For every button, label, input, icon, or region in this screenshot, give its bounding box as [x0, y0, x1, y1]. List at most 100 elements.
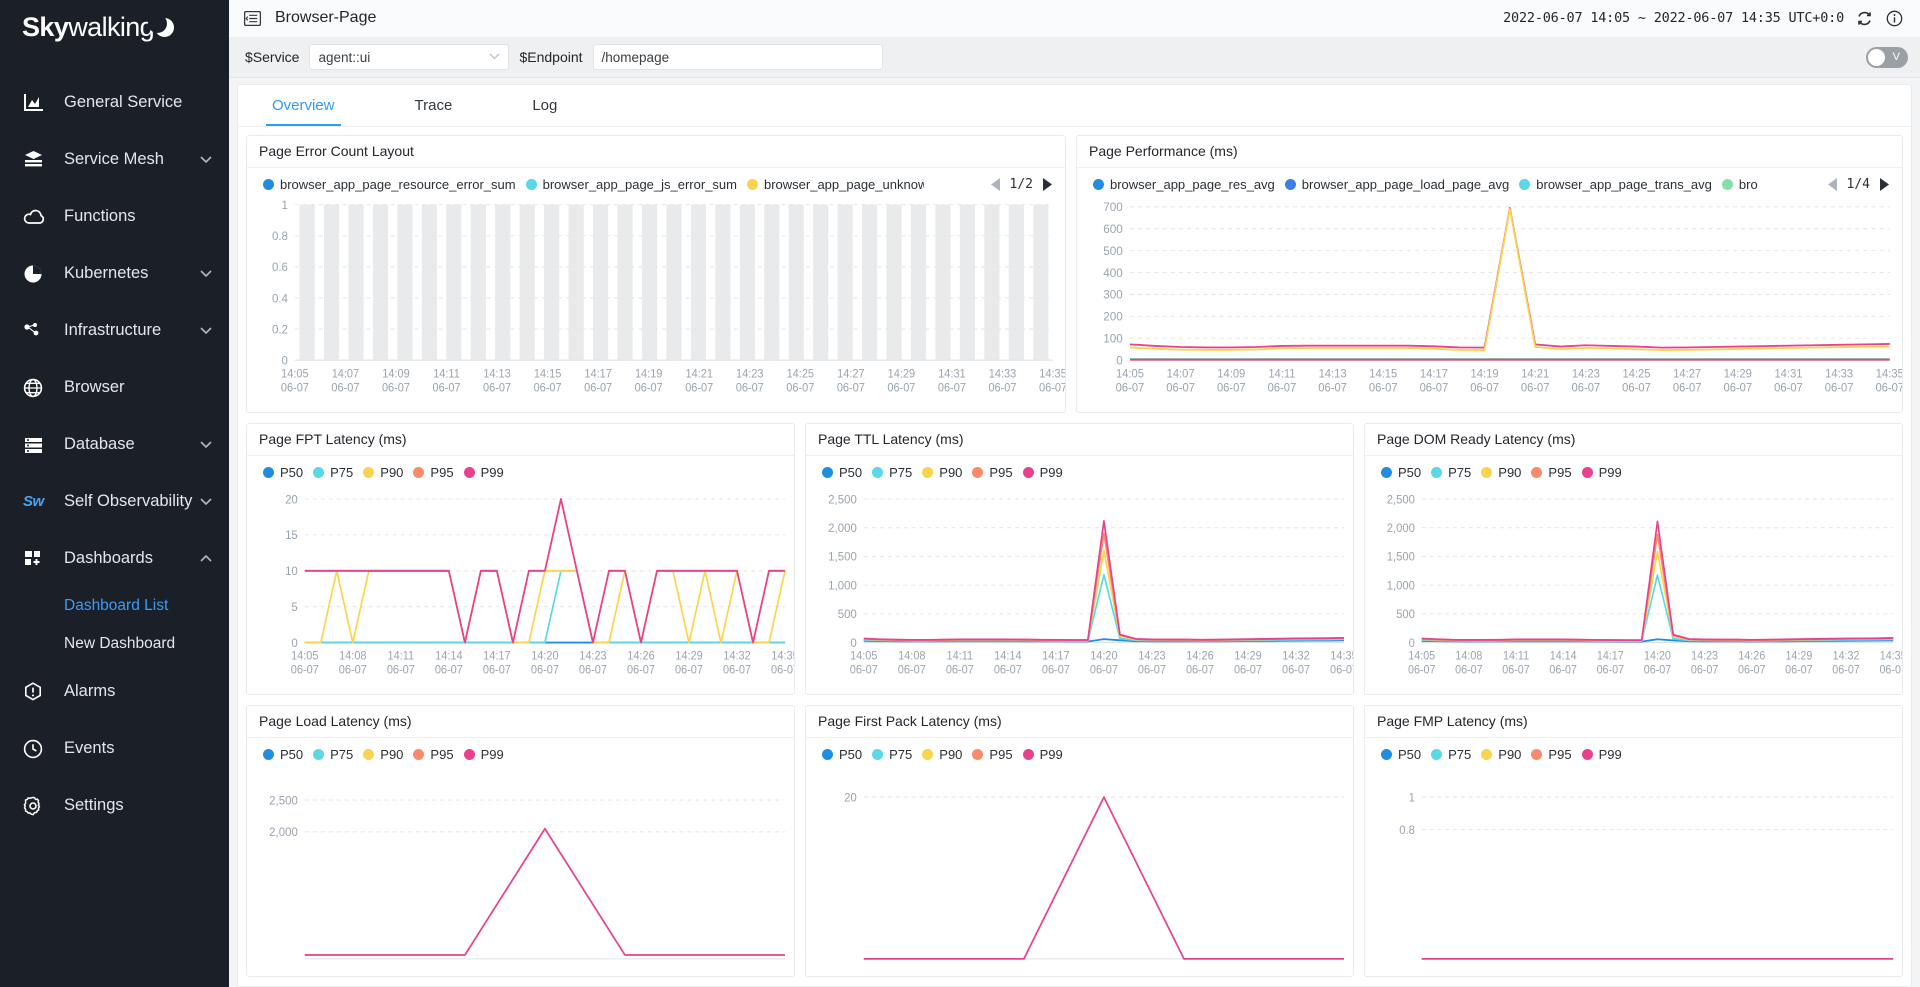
legend-item[interactable]: P95	[1531, 465, 1572, 480]
legend-item[interactable]: browser_app_page_load_page_avg	[1284, 176, 1510, 192]
collapse-sidebar-icon[interactable]	[241, 7, 263, 29]
svg-text:500: 500	[838, 607, 857, 621]
legend-item[interactable]: P90	[1481, 465, 1521, 480]
view-toggle[interactable]: V	[1866, 46, 1908, 68]
legend-item[interactable]: P95	[972, 465, 1013, 480]
legend-item[interactable]: P50	[263, 465, 303, 480]
legend-item[interactable]: P95	[413, 465, 454, 480]
widget-title: Page DOM Ready Latency (ms)	[1365, 424, 1902, 456]
service-select[interactable]: agent::ui	[309, 44, 510, 71]
widget-grid: Page Error Count Layout browser_app_page…	[238, 127, 1911, 977]
sidebar-item-label: Alarms	[64, 682, 116, 700]
sidebar-item-settings[interactable]: Settings	[0, 777, 229, 834]
legend-item[interactable]: P99	[1581, 747, 1622, 762]
sidebar-item-browser[interactable]: Browser	[0, 359, 229, 416]
legend-label: P90	[1498, 746, 1522, 762]
svg-text:06-07: 06-07	[994, 664, 1022, 676]
sidebar-subitem-new-dashboard[interactable]: New Dashboard	[0, 625, 229, 663]
brand-logo[interactable]: Skywalking	[0, 0, 229, 54]
legend-item[interactable]: P99	[463, 747, 504, 762]
legend-item[interactable]: browser_app_page_js_error_sum	[525, 177, 737, 192]
widget-title: Page Error Count Layout	[247, 136, 1065, 168]
alert-icon	[23, 681, 50, 703]
svg-text:14:20: 14:20	[1644, 650, 1671, 663]
legend-item[interactable]: P95	[972, 747, 1013, 762]
svg-text:14:05: 14:05	[1408, 650, 1435, 663]
legend-item[interactable]: P75	[872, 465, 912, 480]
svg-text:2,000: 2,000	[1387, 521, 1416, 535]
svg-text:06-07: 06-07	[685, 382, 713, 394]
legend-item[interactable]: P75	[313, 465, 353, 480]
legend-item[interactable]: P75	[872, 747, 912, 762]
toggle-label: V	[1892, 51, 1900, 64]
chevron-up-icon[interactable]	[195, 554, 217, 563]
widget-page-fpt-latency: Page FPT Latency (ms) P50 P75 P90 P95 P9…	[246, 422, 795, 695]
tab-trace[interactable]: Trace	[401, 84, 467, 126]
legend-next-icon[interactable]	[1041, 177, 1053, 192]
sidebar-item-dashboards[interactable]: Dashboards	[0, 530, 229, 587]
legend-item[interactable]: P50	[263, 747, 303, 762]
endpoint-input[interactable]: /homepage	[592, 44, 883, 71]
svg-text:14:23: 14:23	[579, 650, 606, 662]
legend-label: P99	[1039, 464, 1063, 480]
chevron-down-icon[interactable]	[195, 440, 217, 449]
sidebar-item-database[interactable]: Database	[0, 416, 229, 473]
legend-item[interactable]: P99	[463, 465, 504, 480]
legend-item[interactable]: P50	[1381, 747, 1421, 762]
legend-prev-icon[interactable]	[990, 177, 1002, 192]
legend-next-icon[interactable]	[1878, 177, 1890, 192]
service-select-value: agent::ui	[318, 49, 371, 65]
legend-dot	[313, 748, 325, 760]
legend-item[interactable]: browser_app_page_resource_error_sum	[263, 177, 516, 192]
legend-item[interactable]: P99	[1022, 747, 1063, 762]
legend-item[interactable]: bro	[1721, 177, 1758, 192]
legend-item[interactable]: P75	[1431, 747, 1471, 762]
sidebar-item-kubernetes[interactable]: Kubernetes	[0, 245, 229, 302]
svg-text:06-07: 06-07	[432, 382, 460, 394]
refresh-icon[interactable]	[1854, 8, 1874, 28]
sidebar-item-self-observability[interactable]: Sw Self Observability	[0, 473, 229, 530]
legend-item[interactable]: P99	[1022, 464, 1063, 480]
chevron-down-icon[interactable]	[195, 497, 217, 506]
legend-item[interactable]: P95	[1531, 747, 1572, 762]
svg-text:14:14: 14:14	[435, 650, 462, 662]
svg-text:06-07: 06-07	[483, 664, 511, 676]
sidebar-item-label: Events	[64, 739, 115, 757]
legend-item[interactable]: P99	[1581, 465, 1622, 480]
sidebar-item-events[interactable]: Events	[0, 720, 229, 777]
time-range-label[interactable]: 2022-06-07 14:05 ~ 2022-06-07 14:35 UTC+…	[1503, 10, 1844, 26]
legend-item[interactable]: P50	[822, 747, 862, 762]
sidebar-item-alarms[interactable]: Alarms	[0, 663, 229, 720]
legend-item[interactable]: P50	[822, 465, 862, 480]
legend-item[interactable]: P75	[313, 747, 353, 762]
chevron-down-icon[interactable]	[195, 269, 217, 278]
legend-item[interactable]: P90	[363, 465, 403, 480]
widget-legend: P50 P75 P90 P95 P99	[1365, 456, 1902, 484]
legend-item[interactable]: P95	[413, 747, 454, 762]
sidebar-item-infrastructure[interactable]: Infrastructure	[0, 302, 229, 359]
legend-item[interactable]: P90	[1481, 747, 1521, 762]
legend-item[interactable]: browser_app_page_trans_avg	[1519, 177, 1712, 192]
chevron-down-icon[interactable]	[195, 155, 217, 164]
chevron-down-icon[interactable]	[195, 326, 217, 335]
legend-item[interactable]: P90	[922, 747, 962, 762]
legend-item[interactable]: P90	[363, 747, 403, 762]
legend-item[interactable]: P90	[922, 465, 962, 480]
svg-text:14:23: 14:23	[736, 368, 763, 380]
svg-text:06-07: 06-07	[635, 382, 663, 394]
legend-item[interactable]: P50	[1381, 465, 1421, 480]
tab-overview[interactable]: Overview	[258, 84, 349, 127]
legend-item[interactable]: browser_app_page_res_avg	[1093, 177, 1275, 192]
sidebar-item-general-service[interactable]: General Service	[0, 74, 229, 131]
sidebar-subitem-dashboard-list[interactable]: Dashboard List	[0, 587, 229, 625]
sidebar-item-service-mesh[interactable]: Service Mesh	[0, 131, 229, 188]
legend-item[interactable]: P75	[1431, 465, 1471, 480]
svg-text:14:15: 14:15	[1369, 368, 1397, 380]
tab-log[interactable]: Log	[518, 84, 571, 126]
sidebar-item-label: Browser	[64, 378, 125, 396]
sidebar-item-functions[interactable]: Functions	[0, 188, 229, 245]
legend-item[interactable]: browser_app_page_unknow	[746, 177, 924, 192]
legend-label: browser_app_page_load_page_avg	[1301, 176, 1510, 192]
info-icon[interactable]	[1884, 8, 1904, 28]
legend-prev-icon[interactable]	[1827, 177, 1839, 192]
